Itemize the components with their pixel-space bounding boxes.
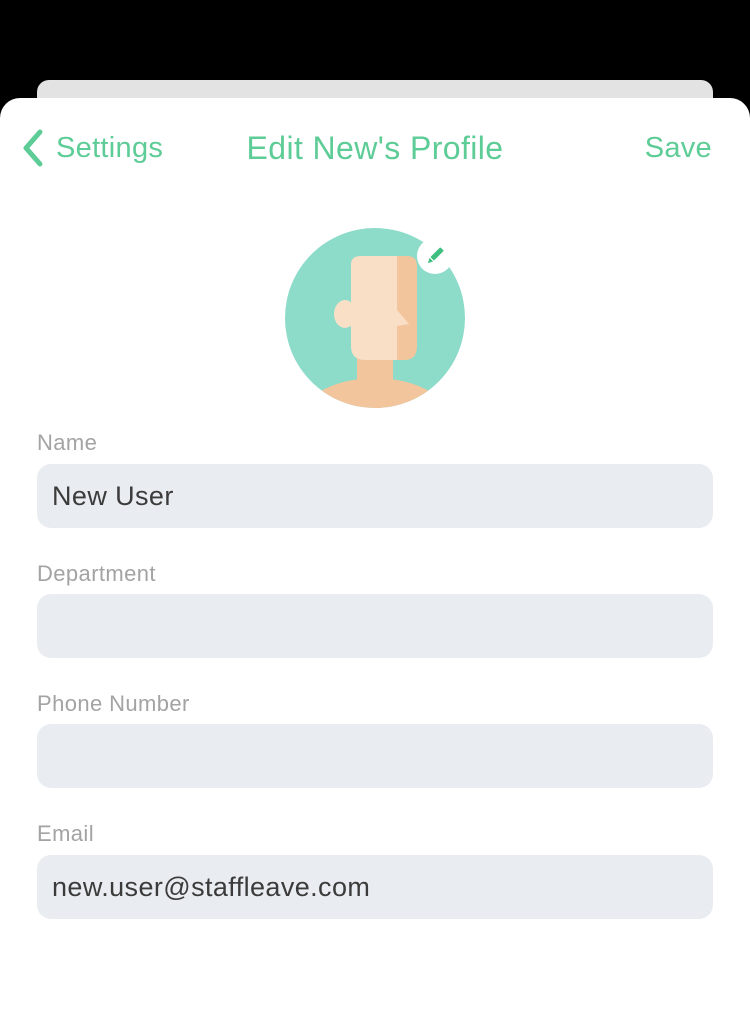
name-field[interactable]: New User <box>37 464 713 528</box>
phone-number-label: Phone Number <box>37 691 190 716</box>
department-label: Department <box>37 561 156 586</box>
profile-sheet: Settings Edit New's Profile Save Name Ne… <box>0 98 750 1026</box>
back-button-label: Settings <box>56 132 164 164</box>
edit-avatar-button[interactable] <box>417 238 453 274</box>
email-field[interactable]: new.user@staffleave.com <box>37 855 713 919</box>
save-button[interactable]: Save <box>645 128 712 168</box>
screen: Settings Edit New's Profile Save Name Ne… <box>0 0 750 1026</box>
avatar[interactable] <box>285 228 465 408</box>
phone-number-field[interactable] <box>37 724 713 788</box>
email-label: Email <box>37 821 95 846</box>
name-label: Name <box>37 430 98 455</box>
back-button[interactable]: Settings <box>20 128 163 168</box>
page-title: Edit New's Profile <box>246 130 504 166</box>
chevron-left-icon <box>23 129 43 167</box>
pencil-icon <box>427 247 444 264</box>
department-field[interactable] <box>37 594 713 658</box>
navigation-bar: Settings Edit New's Profile Save <box>0 98 750 198</box>
